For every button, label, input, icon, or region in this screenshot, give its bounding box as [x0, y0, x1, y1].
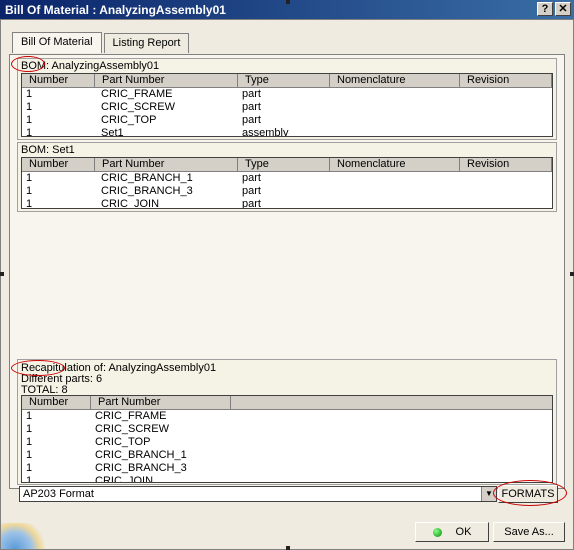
bom1-title: BOM: AnalyzingAssembly01: [21, 60, 160, 72]
bom-group-set1: BOM: Set1 Number Part Number Type Nomenc…: [17, 142, 557, 212]
save-as-button[interactable]: Save As...: [493, 522, 565, 542]
resize-handle-bottom[interactable]: [286, 546, 290, 550]
table-row[interactable]: 1 CRIC_SCREW part: [22, 101, 552, 114]
table-row[interactable]: 1 CRIC_JOIN: [22, 475, 552, 482]
col-number[interactable]: Number: [22, 158, 95, 172]
bom-group-analyzing-assembly: BOM: AnalyzingAssembly01 Number Part Num…: [17, 58, 557, 140]
bom2-table[interactable]: Number Part Number Type Nomenclature Rev…: [21, 157, 553, 209]
table-row[interactable]: 1 CRIC_JOIN part: [22, 198, 552, 208]
bom2-header: Number Part Number Type Nomenclature Rev…: [22, 158, 552, 172]
col-revision[interactable]: Revision: [460, 74, 552, 88]
resize-handle-right[interactable]: [570, 272, 574, 276]
bom1-header: Number Part Number Type Nomenclature Rev…: [22, 74, 552, 88]
col-number[interactable]: Number: [22, 74, 95, 88]
format-select[interactable]: AP203 Format ▼: [19, 486, 497, 502]
tab-panel: BOM: AnalyzingAssembly01 Number Part Num…: [9, 54, 565, 489]
table-row[interactable]: 1 CRIC_SCREW: [22, 423, 552, 436]
resize-handle-top[interactable]: [286, 0, 290, 4]
col-type[interactable]: Type: [238, 74, 330, 88]
col-type[interactable]: Type: [238, 158, 330, 172]
col-part-number[interactable]: Part Number: [91, 396, 231, 410]
col-nomenclature[interactable]: Nomenclature: [330, 74, 460, 88]
table-row[interactable]: 1 CRIC_BRANCH_1 part: [22, 172, 552, 185]
col-revision[interactable]: Revision: [460, 158, 552, 172]
dialog-body: Bill Of Material Listing Report BOM: Ana…: [0, 19, 574, 550]
tab-bill-of-material[interactable]: Bill Of Material: [12, 32, 102, 53]
table-row[interactable]: 1 CRIC_FRAME part: [22, 88, 552, 101]
table-row[interactable]: 1 CRIC_BRANCH_3: [22, 462, 552, 475]
col-part-number[interactable]: Part Number: [95, 74, 238, 88]
table-row[interactable]: 1 CRIC_FRAME: [22, 410, 552, 423]
table-row[interactable]: 1 Set1 assembly: [22, 127, 552, 136]
tab-listing-report[interactable]: Listing Report: [103, 33, 190, 53]
table-row[interactable]: 1 CRIC_BRANCH_3 part: [22, 185, 552, 198]
chevron-down-icon[interactable]: ▼: [481, 487, 496, 501]
bom2-title: BOM: Set1: [21, 144, 75, 156]
ok-label: OK: [455, 526, 472, 538]
tab-bar: Bill Of Material Listing Report: [12, 32, 191, 54]
recap-header: Number Part Number: [22, 396, 552, 410]
col-number[interactable]: Number: [22, 396, 91, 410]
recapitulation-group: Recapitulation of: AnalyzingAssembly01 D…: [17, 359, 557, 485]
table-row[interactable]: 1 CRIC_TOP: [22, 436, 552, 449]
recap-table[interactable]: Number Part Number 1 CRIC_FRAME 1 CRIC_S…: [21, 395, 553, 483]
table-row[interactable]: 1 CRIC_TOP part: [22, 114, 552, 127]
help-button[interactable]: ?: [537, 2, 553, 16]
ok-button[interactable]: OK: [415, 522, 489, 542]
formats-button[interactable]: FORMATS: [498, 485, 558, 503]
app-logo-icon: [1, 523, 47, 549]
table-row[interactable]: 1 CRIC_BRANCH_1: [22, 449, 552, 462]
window-title: Bill Of Material : AnalyzingAssembly01: [5, 3, 226, 17]
close-button[interactable]: ✕: [555, 2, 571, 16]
ok-status-icon: [432, 527, 442, 537]
col-nomenclature[interactable]: Nomenclature: [330, 158, 460, 172]
format-select-value: AP203 Format: [23, 488, 94, 500]
col-part-number[interactable]: Part Number: [95, 158, 238, 172]
bom1-table[interactable]: Number Part Number Type Nomenclature Rev…: [21, 73, 553, 137]
resize-handle-left[interactable]: [0, 272, 4, 276]
